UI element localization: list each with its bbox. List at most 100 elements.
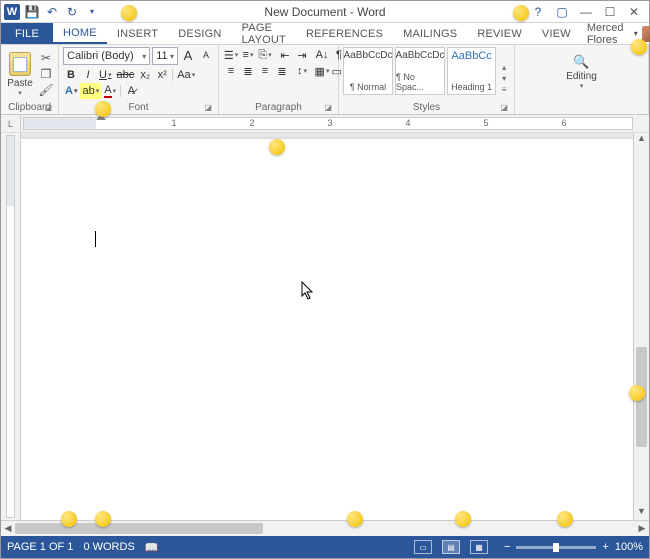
maximize-icon[interactable]: ☐: [601, 4, 619, 20]
close-icon[interactable]: ✕: [625, 4, 643, 20]
superscript-button[interactable]: x²: [154, 67, 170, 83]
zoom-out-icon[interactable]: −: [504, 541, 510, 553]
styles-launcher-icon[interactable]: ◪: [500, 103, 508, 112]
tab-page-layout[interactable]: PAGE LAYOUT: [232, 23, 296, 44]
paragraph-group-label: Paragraph: [255, 102, 302, 113]
paste-label: Paste: [7, 78, 33, 89]
tab-selector[interactable]: L: [1, 115, 21, 132]
clipboard-launcher-icon[interactable]: ◪: [44, 103, 52, 112]
tab-design[interactable]: DESIGN: [168, 23, 231, 44]
document-page[interactable]: [21, 139, 633, 520]
account-chevron-icon: ▾: [634, 29, 638, 38]
styles-more-icon[interactable]: ≡: [498, 85, 510, 95]
chevron-down-icon: ▾: [142, 52, 146, 61]
clear-formatting-button[interactable]: A̷: [123, 83, 139, 99]
increase-indent-button[interactable]: ⇥: [294, 47, 310, 63]
subscript-button[interactable]: x₂: [137, 67, 153, 83]
save-icon[interactable]: 💾: [24, 4, 40, 20]
style-normal[interactable]: AaBbCcDc ¶ Normal: [343, 47, 393, 95]
italic-button[interactable]: I: [80, 67, 96, 83]
vertical-ruler[interactable]: [1, 133, 21, 520]
indent-marker-icon[interactable]: [96, 114, 106, 120]
paste-button[interactable]: Paste ▾: [5, 47, 35, 101]
help-icon[interactable]: ?: [529, 4, 547, 20]
font-color-button[interactable]: A▾: [102, 83, 118, 99]
numbering-button[interactable]: ≡▾: [240, 47, 256, 63]
tab-mailings[interactable]: MAILINGS: [393, 23, 467, 44]
status-page[interactable]: PAGE 1 OF 1: [7, 541, 73, 553]
justify-button[interactable]: ≣: [274, 63, 290, 79]
font-launcher-icon[interactable]: ◪: [204, 103, 212, 112]
copy-icon[interactable]: ❐: [38, 67, 54, 81]
scroll-up-icon[interactable]: ▲: [634, 133, 649, 147]
zoom-in-icon[interactable]: +: [602, 541, 608, 553]
scroll-thumb[interactable]: [636, 347, 647, 447]
find-icon: 🔍: [573, 53, 591, 71]
scroll-right-icon[interactable]: ▶: [635, 523, 649, 534]
styles-row-down-icon[interactable]: ▾: [498, 74, 510, 84]
format-painter-icon[interactable]: 🖌: [38, 83, 54, 97]
style-no-spacing[interactable]: AaBbCcDc ¶ No Spac...: [395, 47, 445, 95]
horizontal-ruler[interactable]: 1 2 3 4 5 6: [23, 117, 633, 130]
shrink-font-button[interactable]: A: [198, 47, 214, 63]
line-spacing-button[interactable]: ↕▾: [294, 63, 310, 79]
paste-chevron-icon[interactable]: ▾: [18, 89, 22, 97]
sort-button[interactable]: A↓: [314, 47, 330, 63]
tab-references[interactable]: REFERENCES: [296, 23, 393, 44]
editing-button[interactable]: 🔍 Editing ▾: [519, 47, 644, 90]
avatar: [642, 26, 650, 42]
read-mode-icon[interactable]: ▭: [414, 540, 432, 554]
zoom-level[interactable]: 100%: [615, 541, 643, 553]
proofing-icon[interactable]: 📖: [145, 541, 159, 554]
text-cursor: [95, 231, 96, 247]
align-center-button[interactable]: ≣: [240, 63, 256, 79]
tab-review[interactable]: REVIEW: [467, 23, 532, 44]
shading-button[interactable]: ▦▾: [314, 63, 330, 79]
account-name: Merced Flores: [587, 22, 630, 46]
scroll-left-icon[interactable]: ◀: [1, 523, 15, 534]
web-layout-icon[interactable]: ▦: [470, 540, 488, 554]
cut-icon[interactable]: ✂: [38, 51, 54, 65]
font-group-label: Font: [128, 102, 148, 113]
align-left-button[interactable]: ≡: [223, 63, 239, 79]
highlight-button[interactable]: ab▾: [80, 83, 101, 99]
undo-icon[interactable]: ↶: [44, 4, 60, 20]
editing-chevron-icon: ▾: [580, 82, 584, 90]
redo-icon[interactable]: ↻: [64, 4, 80, 20]
print-layout-icon[interactable]: ▤: [442, 540, 460, 554]
horizontal-scrollbar[interactable]: ◀ ▶: [1, 520, 649, 536]
hscroll-thumb[interactable]: [15, 523, 263, 534]
multilevel-button[interactable]: ⎘▾: [257, 47, 273, 63]
tab-file[interactable]: FILE: [1, 23, 53, 44]
tab-home[interactable]: HOME: [53, 23, 107, 44]
styles-row-up-icon[interactable]: ▴: [498, 63, 510, 73]
bold-button[interactable]: B: [63, 67, 79, 83]
zoom-knob[interactable]: [553, 543, 559, 552]
scroll-down-icon[interactable]: ▼: [634, 506, 649, 520]
grow-font-button[interactable]: A: [180, 47, 196, 63]
clipboard-icon: [9, 52, 31, 76]
tab-insert[interactable]: INSERT: [107, 23, 168, 44]
styles-group-label: Styles: [413, 102, 440, 113]
strike-button[interactable]: abc: [114, 67, 136, 83]
status-words[interactable]: 0 WORDS: [83, 541, 134, 553]
vertical-scrollbar[interactable]: ▲ ▼: [633, 133, 649, 520]
word-app-icon: W: [4, 4, 20, 20]
bullets-button[interactable]: ☰▾: [223, 47, 239, 63]
tab-view[interactable]: VIEW: [532, 23, 581, 44]
style-heading-1[interactable]: AaBbCc Heading 1: [447, 47, 496, 95]
font-size-combo[interactable]: 11▾: [152, 47, 178, 65]
chevron-down-icon: ▾: [170, 52, 174, 61]
font-name-combo[interactable]: Calibri (Body)▾: [63, 47, 150, 65]
change-case-button[interactable]: Aa▾: [175, 67, 197, 83]
qat-customize-icon[interactable]: ▾: [84, 4, 100, 20]
align-right-button[interactable]: ≡: [257, 63, 273, 79]
ribbon-options-icon[interactable]: ▢: [553, 4, 571, 20]
account-menu[interactable]: Merced Flores ▾: [581, 23, 650, 44]
paragraph-launcher-icon[interactable]: ◪: [324, 103, 332, 112]
minimize-icon[interactable]: —: [577, 4, 595, 20]
decrease-indent-button[interactable]: ⇤: [277, 47, 293, 63]
text-effects-button[interactable]: A▾: [63, 83, 79, 99]
zoom-slider[interactable]: [516, 546, 596, 549]
underline-button[interactable]: U▾: [97, 67, 113, 83]
